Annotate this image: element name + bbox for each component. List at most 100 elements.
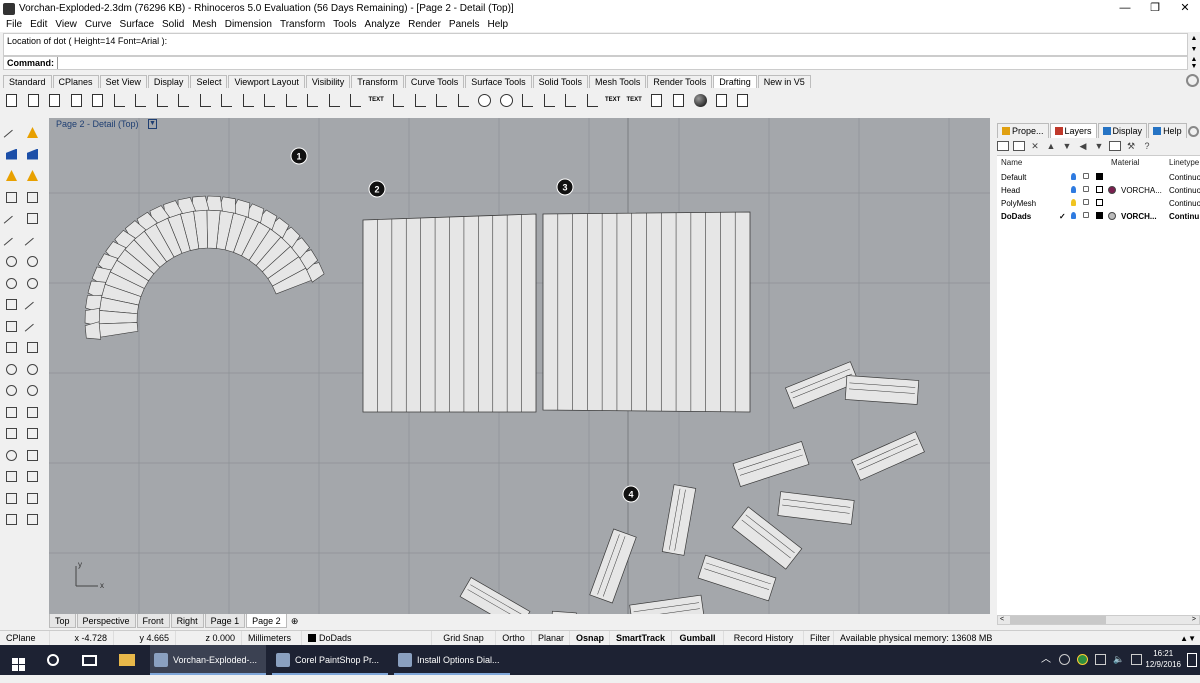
clock[interactable]: 16:21 12/9/2016	[1145, 648, 1181, 670]
dim-icon[interactable]	[541, 92, 558, 109]
circle-icon[interactable]	[25, 254, 41, 270]
layer-lock-icon[interactable]	[1083, 186, 1089, 192]
toolbar-tab-display[interactable]: Display	[147, 75, 190, 88]
tray-chevron-icon[interactable]: ︿	[1041, 645, 1051, 675]
col-linetype[interactable]: Linetype	[1169, 158, 1199, 167]
layer-linetype[interactable]: Continuo	[1169, 186, 1200, 195]
rectangle-icon[interactable]	[4, 297, 20, 313]
layer-name[interactable]: PolyMesh	[1001, 199, 1036, 208]
notifications-icon[interactable]	[1187, 653, 1197, 667]
layer-color-swatch[interactable]	[1096, 173, 1103, 180]
toolbar-tab-visibility[interactable]: Visibility	[305, 75, 351, 88]
dim-icon[interactable]	[519, 92, 536, 109]
rotate-icon[interactable]	[4, 426, 20, 442]
command-scrollbar[interactable]: ▲ ▼	[1188, 56, 1200, 70]
menu-analyze[interactable]: Analyze	[361, 19, 405, 30]
viewport-tab-top[interactable]: Top	[49, 614, 76, 628]
taskbar-app-paintshop[interactable]: Corel PaintShop Pr...	[272, 645, 388, 675]
mesh-piece[interactable]	[661, 484, 697, 556]
panel-gear-icon[interactable]	[1188, 126, 1199, 137]
arc-icon[interactable]	[4, 254, 20, 270]
toolbar-tab-surface-tools[interactable]: Surface Tools	[465, 75, 532, 88]
menu-panels[interactable]: Panels	[445, 19, 484, 30]
layer-color-swatch[interactable]	[1096, 199, 1103, 206]
shell-icon[interactable]	[25, 383, 41, 399]
menu-transform[interactable]: Transform	[276, 19, 329, 30]
loft-icon[interactable]	[24, 319, 41, 339]
close-button[interactable]: ✕	[1170, 0, 1200, 17]
layer-row[interactable]: Default Continuo	[997, 172, 1200, 185]
extrude-icon[interactable]	[4, 168, 20, 184]
help-icon[interactable]: ?	[1141, 141, 1153, 151]
mesh-piece[interactable]	[459, 576, 531, 614]
menu-solid[interactable]: Solid	[158, 19, 188, 30]
layer-visibility-icon[interactable]	[1071, 173, 1076, 180]
history-scrollbar[interactable]: ▲ ▼	[1188, 33, 1200, 56]
select-arrow-icon[interactable]	[3, 125, 20, 146]
menu-mesh[interactable]: Mesh	[188, 19, 220, 30]
col-material[interactable]: Material	[1111, 158, 1139, 167]
toolbar-tab-curve-tools[interactable]: Curve Tools	[404, 75, 465, 88]
page-icon[interactable]	[25, 92, 42, 109]
dim-icon[interactable]	[283, 92, 300, 109]
new-layer-icon[interactable]	[997, 141, 1009, 151]
dim-icon[interactable]	[304, 92, 321, 109]
menu-dimension[interactable]: Dimension	[221, 19, 276, 30]
status-scroll-icon[interactable]: ▲▼	[1180, 634, 1196, 643]
viewport-tab-page-1[interactable]: Page 1	[204, 614, 246, 628]
annotation-dot-label[interactable]: 4	[628, 490, 633, 500]
layout-icon[interactable]	[4, 512, 20, 528]
taskbar-app-install-options[interactable]: Install Options Dial...	[394, 645, 510, 675]
explode-icon[interactable]	[25, 512, 41, 528]
fillet-icon[interactable]	[24, 297, 41, 318]
menu-curve[interactable]: Curve	[81, 19, 116, 30]
page-icon[interactable]	[3, 92, 20, 109]
layer-row[interactable]: PolyMesh Continuo	[997, 198, 1200, 211]
dim-icon[interactable]	[562, 92, 579, 109]
move-out-icon[interactable]: ◀	[1077, 141, 1089, 151]
axis-x-label[interactable]: x	[100, 581, 104, 590]
dim-icon[interactable]	[412, 92, 429, 109]
mesh-piece[interactable]	[777, 491, 855, 525]
menu-view[interactable]: View	[51, 19, 81, 30]
filter-icon[interactable]: ▼	[1093, 141, 1105, 151]
move-down-icon[interactable]: ▼	[1061, 141, 1073, 151]
hatch-icon[interactable]	[476, 92, 493, 109]
text-icon[interactable]: TEXT	[627, 92, 644, 109]
col-name[interactable]: Name	[1001, 158, 1022, 167]
dim-icon[interactable]	[197, 92, 214, 109]
tools-icon[interactable]: ⚒	[1125, 141, 1137, 151]
menu-tools[interactable]: Tools	[329, 19, 360, 30]
hatch-icon[interactable]	[498, 92, 515, 109]
delete-layer-icon[interactable]: ✕	[1029, 141, 1041, 151]
layer-name[interactable]: Head	[1001, 186, 1020, 195]
panel-tab-layers[interactable]: Layers	[1049, 123, 1097, 138]
maximize-button[interactable]: ❐	[1140, 0, 1170, 17]
sphere-icon[interactable]	[25, 190, 41, 206]
add-viewport-tab-icon[interactable]: ⊕	[288, 614, 302, 628]
render-ball-icon[interactable]	[691, 92, 708, 109]
toolbar-tab-viewport-layout[interactable]: Viewport Layout	[228, 75, 305, 88]
array-icon[interactable]	[25, 448, 41, 464]
layers-hscrollbar[interactable]: < >	[997, 615, 1200, 625]
dim-icon[interactable]	[390, 92, 407, 109]
menu-file[interactable]: File	[2, 19, 26, 30]
select-icon[interactable]	[25, 125, 41, 141]
status-filter[interactable]: Filter	[804, 630, 834, 646]
windows-start-icon[interactable]	[12, 653, 26, 671]
tray-app-icon[interactable]	[1059, 654, 1070, 665]
material-swatch-icon[interactable]	[1108, 186, 1116, 194]
toolbar-tab-new-in-v5[interactable]: New in V5	[757, 75, 811, 88]
status-ortho[interactable]: Ortho	[496, 630, 532, 646]
toolbar-tab-cplanes[interactable]: CPlanes	[52, 75, 99, 88]
layer-visibility-icon[interactable]	[1071, 199, 1076, 206]
print-icon[interactable]	[713, 92, 730, 109]
block-icon[interactable]	[25, 469, 41, 485]
network-icon[interactable]	[1095, 654, 1106, 665]
search-icon[interactable]	[47, 654, 59, 666]
surface-icon[interactable]	[4, 319, 20, 335]
mesh-piece[interactable]	[732, 441, 810, 487]
mesh-piece[interactable]	[589, 528, 637, 604]
line-icon[interactable]	[3, 211, 20, 232]
viewport-canvas[interactable]: 1 2 3 4 y x	[49, 118, 990, 614]
